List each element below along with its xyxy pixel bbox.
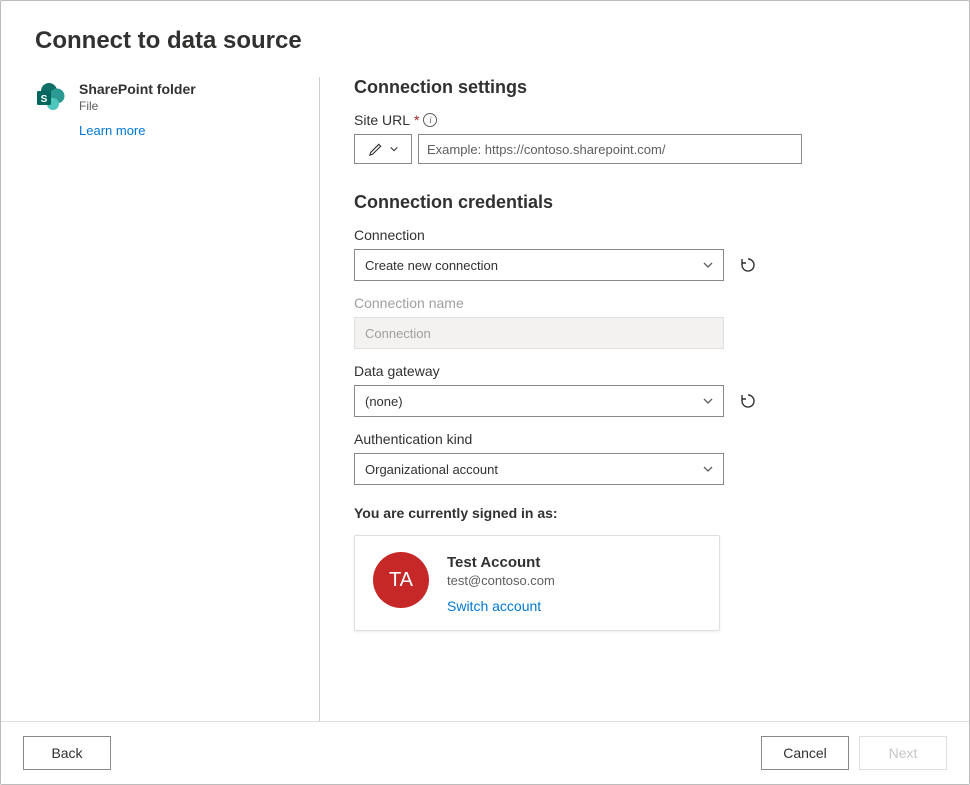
avatar: TA [373,552,429,608]
cancel-button[interactable]: Cancel [761,736,849,770]
account-email: test@contoso.com [447,573,555,588]
site-url-label: Site URL * i [354,112,935,128]
sharepoint-icon: S [35,81,67,113]
data-gateway-select[interactable]: (none) [354,385,724,417]
dialog-footer: Back Cancel Next [1,721,969,784]
connection-credentials-heading: Connection credentials [354,192,935,213]
account-card: TA Test Account test@contoso.com Switch … [354,535,720,631]
page-title: Connect to data source [35,27,935,55]
connection-name-input [354,317,724,349]
connect-data-source-dialog: Connect to data source S Sh [0,0,970,785]
settings-panel: Connection settings Site URL * i [320,77,935,721]
info-icon[interactable]: i [423,113,437,127]
connection-select[interactable]: Create new connection [354,249,724,281]
back-button[interactable]: Back [23,736,111,770]
chevron-down-icon [702,259,714,271]
switch-account-link[interactable]: Switch account [447,598,555,614]
data-gateway-label: Data gateway [354,363,935,379]
signed-in-label: You are currently signed in as: [354,505,935,521]
auth-kind-label: Authentication kind [354,431,935,447]
connection-label: Connection [354,227,935,243]
refresh-connection-button[interactable] [738,255,758,275]
source-subtype: File [79,99,196,113]
auth-kind-select[interactable]: Organizational account [354,453,724,485]
chevron-down-icon [389,144,399,154]
source-panel: S SharePoint folder File Learn more [35,77,320,721]
connection-settings-heading: Connection settings [354,77,935,98]
source-name: SharePoint folder [79,81,196,97]
chevron-down-icon [702,395,714,407]
svg-text:S: S [41,94,48,105]
refresh-icon [739,392,757,410]
site-url-input[interactable] [418,134,802,164]
chevron-down-icon [702,463,714,475]
url-input-mode-button[interactable] [354,134,412,164]
learn-more-link[interactable]: Learn more [79,123,299,138]
account-name: Test Account [447,554,555,571]
refresh-gateway-button[interactable] [738,391,758,411]
connection-name-label: Connection name [354,295,935,311]
refresh-icon [739,256,757,274]
next-button: Next [859,736,947,770]
